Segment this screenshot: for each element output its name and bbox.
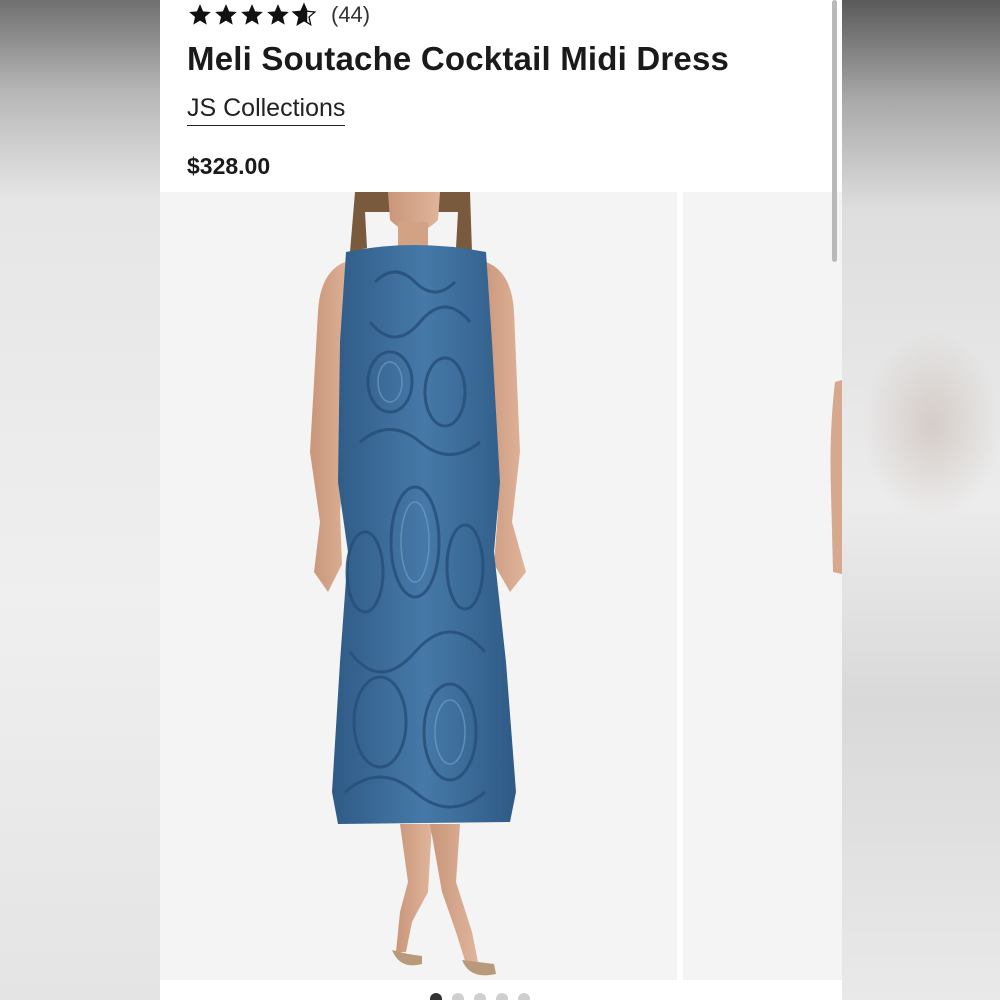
carousel-dot[interactable] — [474, 993, 486, 1000]
product-title: Meli Soutache Cocktail Midi Dress — [187, 40, 730, 77]
carousel-dot[interactable] — [496, 993, 508, 1000]
image-gallery[interactable] — [160, 192, 842, 980]
scrollbar[interactable] — [832, 0, 837, 262]
star-icon — [189, 4, 211, 25]
product-page: (44) Meli Soutache Cocktail Midi Dress J… — [160, 0, 842, 1000]
blurred-figure — [862, 330, 1000, 520]
carousel-dot[interactable] — [452, 993, 464, 1000]
product-price: $328.00 — [187, 153, 271, 179]
blurred-background-left — [0, 0, 160, 1000]
star-icon — [215, 4, 237, 25]
product-image-next-preview[interactable] — [683, 192, 842, 980]
next-photo-arm — [830, 380, 842, 574]
review-count[interactable]: (44) — [331, 2, 370, 28]
rating-summary[interactable]: (44) — [187, 0, 370, 30]
brand-link[interactable]: JS Collections — [187, 94, 346, 126]
star-icon — [267, 4, 289, 25]
half-star-icon — [291, 2, 317, 26]
carousel-dot[interactable] — [518, 993, 530, 1000]
star-icon — [241, 4, 263, 25]
product-image-main[interactable] — [160, 192, 677, 980]
carousel-pagination[interactable] — [430, 993, 530, 1000]
dress-photo — [310, 192, 526, 976]
blurred-background-right — [842, 0, 1000, 1000]
carousel-dot[interactable] — [430, 993, 442, 1000]
star-rating — [187, 2, 317, 28]
